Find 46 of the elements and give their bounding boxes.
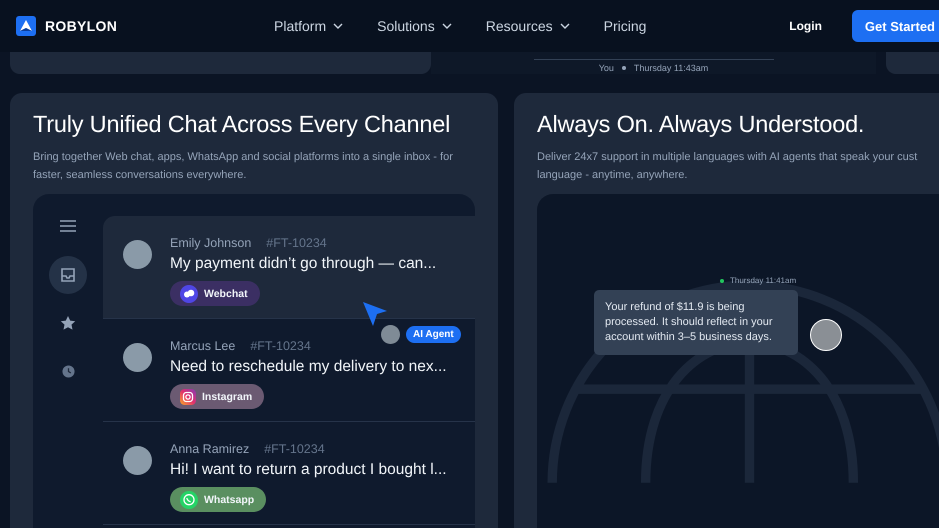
whatsapp-icon bbox=[180, 490, 198, 508]
message-bubble: Your refund of $11.9 is being processed. It should reflect in your account within 3–5 business days. bbox=[594, 290, 798, 355]
avatar bbox=[123, 240, 152, 269]
menu-icon[interactable] bbox=[60, 220, 76, 232]
ai-agent-badge: AI Agent bbox=[406, 326, 461, 343]
channel-tag: Whatsapp bbox=[170, 487, 266, 512]
ticket-id: #FT-10234 bbox=[264, 442, 325, 456]
nav-link[interactable]: Pricing bbox=[604, 18, 646, 34]
card-title: Always On. Always Understood. bbox=[537, 111, 866, 138]
customer-name: Marcus Lee bbox=[170, 339, 236, 353]
channel-tag: Instagram bbox=[170, 384, 264, 409]
pointer-cursor-icon bbox=[363, 302, 387, 328]
clock-icon bbox=[62, 364, 74, 378]
nav-link[interactable]: Resources bbox=[486, 18, 570, 34]
login-link[interactable]: Login bbox=[783, 18, 828, 34]
star-icon bbox=[60, 315, 76, 331]
message-preview: Need to reschedule my delivery to nex... bbox=[170, 358, 447, 376]
chat-bubbles-icon bbox=[180, 284, 198, 302]
message-sender: You bbox=[598, 63, 614, 73]
card-background bbox=[886, 52, 939, 74]
logo-icon bbox=[16, 16, 36, 36]
customer-name: Emily Johnson bbox=[170, 236, 252, 250]
conversation-item[interactable]: Emily Johnson #FT-10234 My payment didn’t go through — can... Webchat bbox=[103, 216, 475, 319]
card-title: Truly Unified Chat Across Every Channel bbox=[33, 111, 452, 138]
message-preview: Hi! I want to return a product I bought l... bbox=[170, 461, 447, 479]
card-description: Bring together Web chat, apps, WhatsApp and social platforms into a single inbox - for faster, seamless conversations everywhere. bbox=[33, 150, 454, 183]
ticket-id: #FT-10234 bbox=[266, 236, 327, 250]
avatar bbox=[123, 343, 152, 372]
instagram-icon bbox=[180, 388, 196, 404]
brand-name: ROBYLON bbox=[45, 18, 118, 34]
ticket-id: #FT-10234 bbox=[250, 339, 311, 353]
conversation-item[interactable]: Anna Ramirez #FT-10234 Hi! I want to return a product I bought l... Whatsapp bbox=[103, 422, 475, 525]
agent-avatar bbox=[381, 325, 400, 344]
customer-name: Anna Ramirez bbox=[170, 442, 250, 456]
avatar bbox=[810, 319, 842, 351]
avatar bbox=[123, 446, 152, 475]
card-description: Deliver 24x7 support in multiple languages with AI agents that speak your cust language - anytime, anywhere. bbox=[537, 150, 918, 183]
inbox-icon bbox=[60, 267, 76, 283]
sidebar-tab[interactable] bbox=[49, 256, 87, 294]
message-time: Thursday 11:43am bbox=[634, 63, 708, 73]
message-preview: My payment didn’t go through — can... bbox=[170, 255, 436, 273]
channel-tag: Webchat bbox=[170, 281, 260, 306]
message-time: Thursday 11:41am bbox=[730, 276, 796, 285]
nav-link[interactable]: Solutions bbox=[377, 18, 452, 34]
nav-link[interactable]: Platform bbox=[274, 18, 344, 34]
get-started-button[interactable]: Get Started bbox=[852, 10, 939, 42]
